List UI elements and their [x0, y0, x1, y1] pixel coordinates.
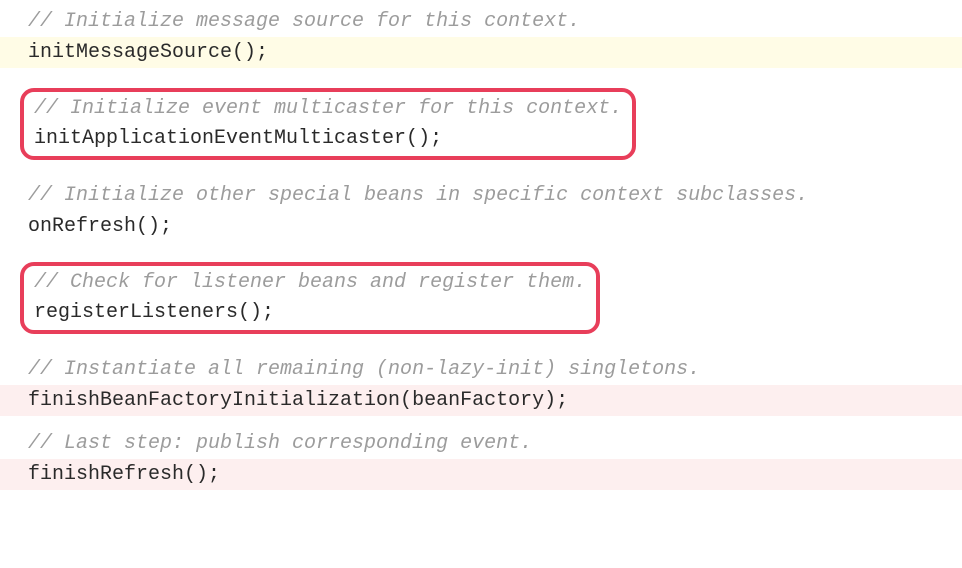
code-line-highlight-pink: finishRefresh(); — [0, 459, 962, 490]
code-section-6: // Last step: publish corresponding even… — [0, 428, 962, 459]
highlighted-box-2: // Check for listener beans and register… — [20, 262, 600, 334]
comment-line: // Initialize event multicaster for this… — [34, 94, 622, 124]
code-line: finishRefresh(); — [28, 459, 962, 490]
code-section-3: // Initialize other special beans in spe… — [0, 180, 962, 242]
code-line: registerListeners(); — [34, 298, 586, 328]
code-line-highlight-pink: finishBeanFactoryInitialization(beanFact… — [0, 385, 962, 416]
code-section-5: // Instantiate all remaining (non-lazy-i… — [0, 354, 962, 385]
code-line: initApplicationEventMulticaster(); — [34, 124, 622, 154]
code-section-1: // Initialize message source for this co… — [0, 6, 962, 37]
highlighted-box-1: // Initialize event multicaster for this… — [20, 88, 636, 160]
comment-line: // Initialize message source for this co… — [28, 6, 962, 37]
code-line: onRefresh(); — [28, 211, 962, 242]
comment-line: // Check for listener beans and register… — [34, 268, 586, 298]
code-line: finishBeanFactoryInitialization(beanFact… — [28, 385, 962, 416]
comment-line: // Instantiate all remaining (non-lazy-i… — [28, 354, 962, 385]
comment-line: // Initialize other special beans in spe… — [28, 180, 962, 211]
code-line: initMessageSource(); — [28, 37, 962, 68]
code-line-highlight-yellow: initMessageSource(); — [0, 37, 962, 68]
comment-line: // Last step: publish corresponding even… — [28, 428, 962, 459]
